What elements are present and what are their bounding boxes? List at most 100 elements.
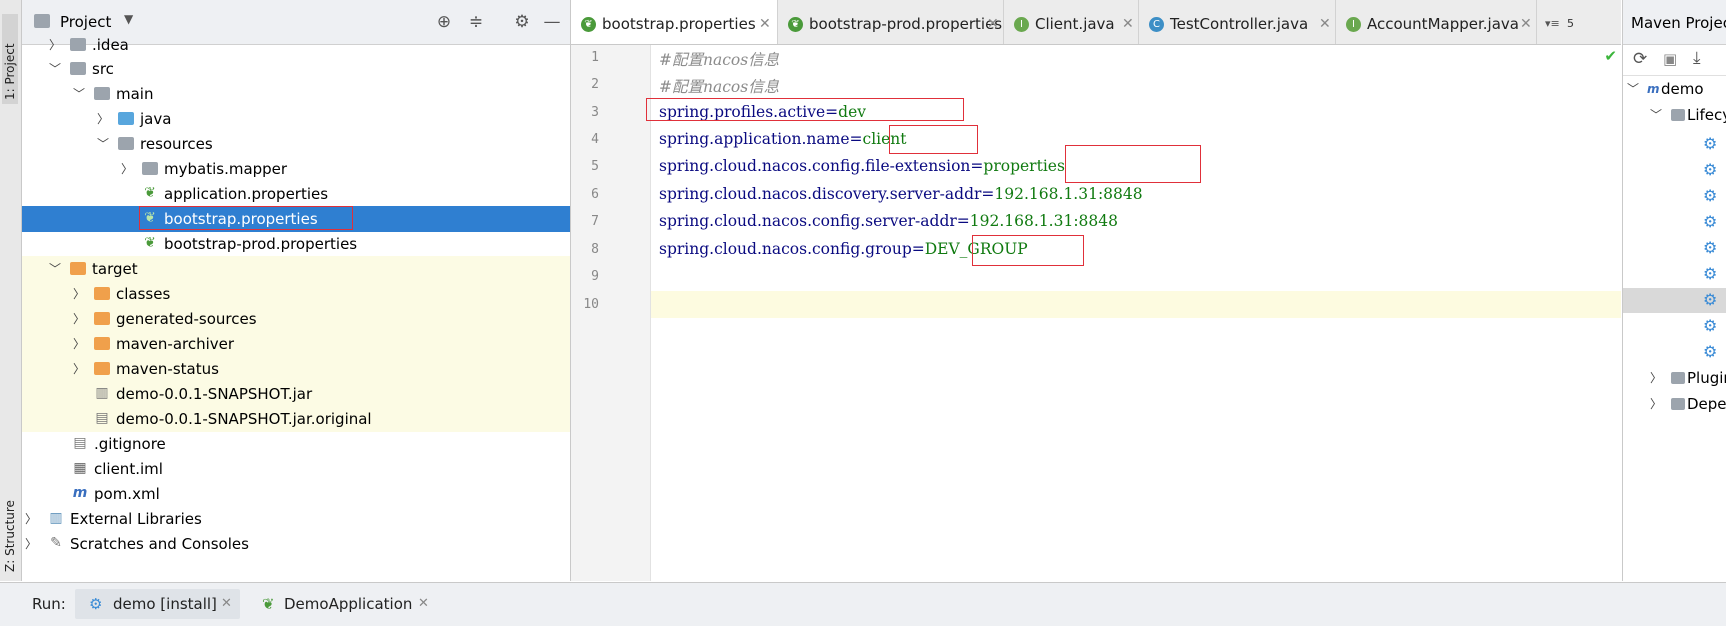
tree-item-resources[interactable]: ﹀ resources xyxy=(22,131,570,157)
chevron-right-icon[interactable]: 〉 xyxy=(72,331,86,357)
code-line-6: spring.cloud.nacos.discovery.server-addr… xyxy=(659,185,1143,203)
lifecycle-goal-icon[interactable]: ⚙ xyxy=(1703,136,1719,152)
tree-item-mybatis-mapper[interactable]: 〉 mybatis.mapper xyxy=(22,156,570,182)
code-editor[interactable]: ✔ #配置nacos信息 #配置nacos信息 spring.profiles.… xyxy=(646,45,1621,581)
collapse-all-icon[interactable]: ≑ xyxy=(466,12,486,32)
maven-lifecycle[interactable]: ﹀ Lifecycle xyxy=(1623,103,1726,127)
tree-item-idea[interactable]: 〉 .idea xyxy=(22,32,570,58)
chevron-down-icon[interactable]: ﹀ xyxy=(1626,77,1640,101)
maven-dependencies-label: Dependencies xyxy=(1687,395,1726,413)
tree-item-label: generated-sources xyxy=(116,310,257,328)
lifecycle-goal-icon[interactable]: ⚙ xyxy=(1703,318,1719,334)
close-icon[interactable]: ✕ xyxy=(418,589,429,619)
tab-bootstrap-prod-properties[interactable]: ❦ bootstrap-prod.properties ✕ xyxy=(778,0,1004,44)
code-line-2: #配置nacos信息 xyxy=(659,75,779,97)
tree-item-scratches[interactable]: 〉 ✎ Scratches and Consoles xyxy=(22,531,570,557)
tree-item-generated-sources[interactable]: 〉 generated-sources xyxy=(22,306,570,332)
tree-item-pom-xml[interactable]: m pom.xml xyxy=(22,481,570,507)
lifecycle-goal-icon[interactable]: ⚙ xyxy=(1703,188,1719,204)
chevron-right-icon[interactable]: 〉 xyxy=(24,531,38,557)
folder-icon xyxy=(70,62,86,75)
chevron-right-icon[interactable]: 〉 xyxy=(24,506,38,532)
lifecycle-goal-icon[interactable]: ⚙ xyxy=(1703,292,1719,308)
maven-root-demo[interactable]: ﹀ m demo xyxy=(1623,77,1726,101)
close-icon[interactable]: ✕ xyxy=(221,589,232,619)
tab-label: TestController.java xyxy=(1170,15,1309,33)
run-tab-demo-install[interactable]: ⚙ demo [install] ✕ xyxy=(75,589,240,619)
tree-item-snapshot-jar-original[interactable]: ▤ demo-0.0.1-SNAPSHOT.jar.original xyxy=(22,406,570,432)
chevron-down-icon[interactable]: ﹀ xyxy=(48,56,62,82)
tab-label: AccountMapper.java xyxy=(1367,15,1519,33)
tab-overflow-button[interactable]: ▾≡ 5 xyxy=(1537,0,1587,44)
tree-item-src[interactable]: ﹀ src xyxy=(22,56,570,82)
lifecycle-goal-icon[interactable]: ⚙ xyxy=(1703,344,1719,360)
reimport-folder-icon[interactable]: ▣ xyxy=(1663,50,1677,68)
tree-item-application-properties[interactable]: ❦ application.properties xyxy=(22,181,570,207)
line-number: 8 xyxy=(591,242,599,257)
editor-tab-bar: ❦ bootstrap.properties ✕ ❦ bootstrap-pro… xyxy=(571,0,1621,45)
tree-item-bootstrap-prod-properties[interactable]: ❦ bootstrap-prod.properties xyxy=(22,231,570,257)
tab-accountmapper-java[interactable]: I AccountMapper.java ✕ xyxy=(1336,0,1537,44)
lifecycle-goal-icon[interactable]: ⚙ xyxy=(1703,266,1719,282)
maven-plugins[interactable]: 〉 Plugins xyxy=(1623,366,1726,390)
tab-client-java[interactable]: I Client.java ✕ xyxy=(1004,0,1139,44)
property-separator: = xyxy=(849,130,863,148)
chevron-down-icon[interactable]: ﹀ xyxy=(72,81,86,107)
tree-item-maven-archiver[interactable]: 〉 maven-archiver xyxy=(22,331,570,357)
close-icon[interactable]: ✕ xyxy=(1319,0,1331,48)
chevron-right-icon[interactable]: 〉 xyxy=(72,306,86,332)
run-tab-demoapplication[interactable]: ❦ DemoApplication ✕ xyxy=(258,589,438,619)
project-view-icon xyxy=(34,14,50,28)
tree-item-label: java xyxy=(140,110,172,128)
tree-item-external-libraries[interactable]: 〉 ▥ External Libraries xyxy=(22,506,570,532)
tree-item-bootstrap-properties[interactable]: ❦ bootstrap.properties xyxy=(22,206,570,232)
lifecycle-goal-icon[interactable]: ⚙ xyxy=(1703,162,1719,178)
project-tool-tab-label: 1: Project xyxy=(3,43,17,100)
tree-item-snapshot-jar[interactable]: ▥ demo-0.0.1-SNAPSHOT.jar xyxy=(22,381,570,407)
close-icon[interactable]: ✕ xyxy=(1520,0,1532,48)
maven-dependencies[interactable]: 〉 Dependencies xyxy=(1623,392,1726,416)
locate-icon[interactable]: ⊕ xyxy=(434,12,454,32)
chevron-right-icon[interactable]: 〉 xyxy=(96,106,110,132)
tree-item-classes[interactable]: 〉 classes xyxy=(22,281,570,307)
code-line-7: spring.cloud.nacos.config.server-addr=19… xyxy=(659,212,1118,230)
tree-item-maven-status[interactable]: 〉 maven-status xyxy=(22,356,570,382)
excluded-folder-icon xyxy=(94,337,110,350)
chevron-down-icon[interactable]: ﹀ xyxy=(1649,103,1663,127)
tab-label: bootstrap-prod.properties xyxy=(809,15,1003,33)
download-icon[interactable]: ⤓ xyxy=(1693,48,1701,68)
close-icon[interactable]: ✕ xyxy=(759,0,771,48)
tree-item-label: src xyxy=(92,60,114,78)
tree-item-target[interactable]: ﹀ target xyxy=(22,256,570,282)
refresh-icon[interactable]: ⟳ xyxy=(1633,49,1647,69)
spring-properties-icon: ❦ xyxy=(581,17,596,32)
chevron-right-icon[interactable]: 〉 xyxy=(72,356,86,382)
chevron-right-icon[interactable]: 〉 xyxy=(120,156,134,182)
close-icon[interactable]: ✕ xyxy=(1122,0,1134,48)
hide-icon[interactable]: — xyxy=(542,12,562,32)
close-icon[interactable]: ✕ xyxy=(987,0,999,48)
tree-item-client-iml[interactable]: ▦ client.iml xyxy=(22,456,570,482)
folder-icon xyxy=(1671,372,1685,384)
chevron-right-icon[interactable]: 〉 xyxy=(72,281,86,307)
chevron-right-icon[interactable]: 〉 xyxy=(1649,392,1663,416)
chevron-right-icon[interactable]: 〉 xyxy=(1649,366,1663,390)
tree-item-main[interactable]: ﹀ main xyxy=(22,81,570,107)
structure-tool-tab[interactable]: Z: Structure xyxy=(0,480,21,580)
chevron-down-icon[interactable]: ﹀ xyxy=(96,131,110,157)
chevron-down-icon[interactable]: ﹀ xyxy=(48,256,62,282)
chevron-down-icon[interactable]: ▼ xyxy=(124,12,133,26)
line-number: 1 xyxy=(591,50,599,65)
project-tool-tab[interactable]: 1: Project xyxy=(0,8,21,118)
lifecycle-goal-icon[interactable]: ⚙ xyxy=(1703,240,1719,256)
tree-item-gitignore[interactable]: ▤ .gitignore xyxy=(22,431,570,457)
tab-testcontroller-java[interactable]: C TestController.java ✕ xyxy=(1139,0,1336,44)
lifecycle-goal-icon[interactable]: ⚙ xyxy=(1703,214,1719,230)
project-panel-title[interactable]: Project xyxy=(60,13,111,31)
tree-item-java[interactable]: 〉 java xyxy=(22,106,570,132)
tree-item-label: client.iml xyxy=(94,460,163,478)
resources-folder-icon xyxy=(118,137,134,150)
tab-bootstrap-properties[interactable]: ❦ bootstrap.properties ✕ xyxy=(571,0,778,44)
chevron-right-icon[interactable]: 〉 xyxy=(48,32,62,58)
gear-icon[interactable]: ⚙ xyxy=(512,12,532,32)
